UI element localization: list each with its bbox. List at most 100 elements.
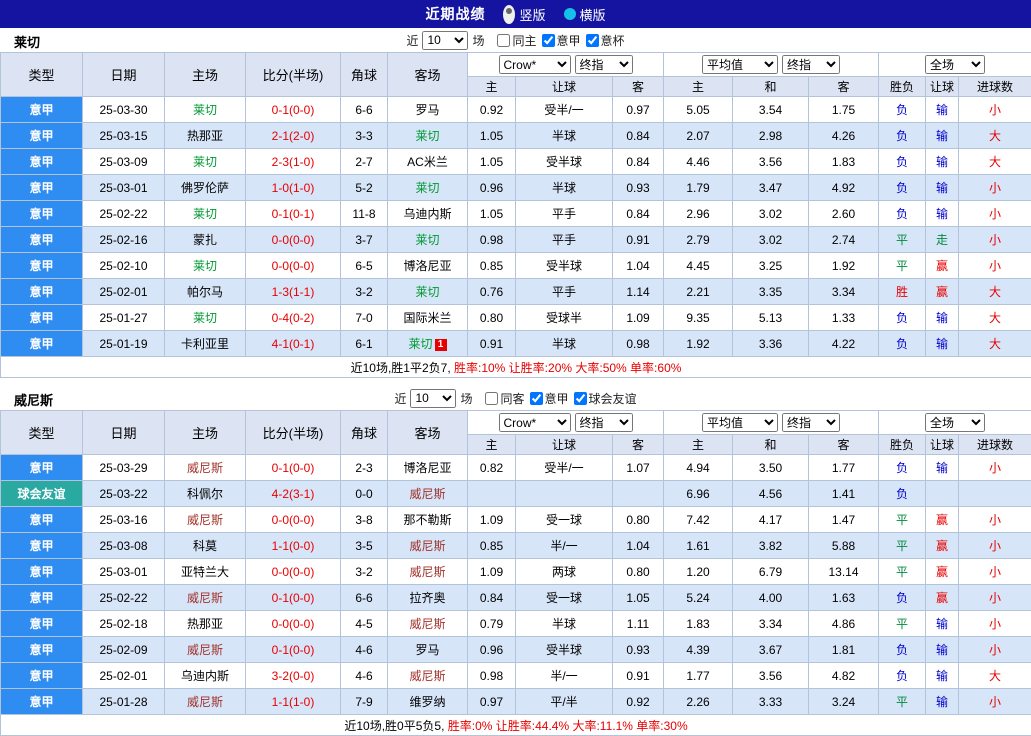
odds-away [613, 481, 664, 507]
home-team: 蒙扎 [165, 227, 246, 253]
corner-score: 3-8 [341, 507, 388, 533]
home-team[interactable]: 威尼斯 [165, 689, 246, 715]
home-team[interactable]: 莱切 [165, 201, 246, 227]
avg-away: 3.34 [809, 279, 879, 305]
filter-row: 莱切近10场同主意甲意杯 [0, 28, 1031, 52]
recent-count-select[interactable]: 10 [422, 31, 468, 50]
radio-horizontal-label: 横版 [580, 5, 606, 24]
home-team[interactable]: 威尼斯 [165, 507, 246, 533]
checkbox-input[interactable] [530, 392, 543, 405]
radio-horizontal[interactable]: 横版 [564, 5, 606, 24]
filter-controls: 近10场同客意甲球会友谊 [394, 389, 636, 408]
avg-draw: 3.34 [733, 611, 809, 637]
home-team[interactable]: 莱切 [165, 305, 246, 331]
checkbox-input[interactable] [542, 34, 555, 47]
avg-home: 2.07 [664, 123, 733, 149]
away-team[interactable]: 莱切 [388, 123, 468, 149]
away-team-name: 威尼斯 [409, 539, 445, 553]
filter-checkbox-2[interactable]: 意杯 [581, 32, 625, 49]
away-team[interactable]: 莱切 [388, 227, 468, 253]
scope-select[interactable]: 全场 [925, 55, 985, 74]
away-team[interactable]: 威尼斯 [388, 559, 468, 585]
away-team[interactable]: 威尼斯 [388, 663, 468, 689]
filter-checkbox-0[interactable]: 同主 [492, 32, 536, 49]
away-team[interactable]: 莱切 [388, 175, 468, 201]
corner-score: 3-2 [341, 559, 388, 585]
odds-away: 0.84 [613, 149, 664, 175]
avg-away: 1.75 [809, 97, 879, 123]
recent-count-select[interactable]: 10 [410, 389, 456, 408]
avg-stage-select[interactable]: 终指 [782, 413, 840, 432]
avg-away: 1.77 [809, 455, 879, 481]
checkbox-input[interactable] [485, 392, 498, 405]
sub-column-header: 和 [733, 77, 809, 97]
sub-column-header: 进球数 [959, 435, 1031, 455]
odds-provider-select[interactable]: Crow* [499, 55, 571, 74]
column-header: 角球 [341, 411, 388, 455]
match-row: 意甲25-03-29威尼斯0-1(0-0)2-3博洛尼亚0.82受半/一1.07… [1, 455, 1031, 481]
odds-away: 0.93 [613, 175, 664, 201]
checkbox-input[interactable] [586, 34, 599, 47]
odds-stage-select[interactable]: 终指 [575, 413, 633, 432]
summary-row: 近10场,胜0平5负5, 胜率:0% 让胜率:44.4% 大率:11.1% 单率… [1, 715, 1031, 736]
filter-checkbox-2[interactable]: 球会友谊 [569, 390, 637, 407]
filter-checkbox-1[interactable]: 意甲 [537, 32, 581, 49]
sections-container: 莱切近10场同主意甲意杯类型日期主场比分(半场)角球客场Crow*终指平均值终指… [0, 28, 1031, 736]
away-team[interactable]: 莱切1 [388, 331, 468, 357]
games-label: 场 [472, 32, 484, 49]
checkbox-input[interactable] [497, 34, 510, 47]
away-team-name: 莱切 [408, 337, 432, 351]
filter-checkbox-1[interactable]: 意甲 [525, 390, 569, 407]
corner-score: 6-1 [341, 331, 388, 357]
avg-away: 1.33 [809, 305, 879, 331]
away-team: 博洛尼亚 [388, 455, 468, 481]
goals-result: 大 [959, 279, 1031, 305]
result: 负 [879, 123, 926, 149]
match-row: 球会友谊25-03-22科佩尔4-2(3-1)0-0威尼斯6.964.561.4… [1, 481, 1031, 507]
odds-provider-select[interactable]: Crow* [499, 413, 571, 432]
away-team-name: 莱切 [415, 233, 439, 247]
result: 负 [879, 149, 926, 175]
away-team[interactable]: 威尼斯 [388, 611, 468, 637]
avg-home: 5.24 [664, 585, 733, 611]
match-type: 球会友谊 [1, 481, 83, 507]
radio-vertical[interactable]: 竖版 [503, 5, 545, 24]
avg-away: 3.24 [809, 689, 879, 715]
scope-select[interactable]: 全场 [925, 413, 985, 432]
avg-type-select[interactable]: 平均值 [702, 413, 778, 432]
avg-draw: 3.02 [733, 201, 809, 227]
home-team[interactable]: 莱切 [165, 253, 246, 279]
result: 负 [879, 201, 926, 227]
avg-type-select[interactable]: 平均值 [702, 55, 778, 74]
odds-stage-select[interactable]: 终指 [575, 55, 633, 74]
home-team[interactable]: 莱切 [165, 149, 246, 175]
avg-home: 2.26 [664, 689, 733, 715]
odds-home: 0.80 [468, 305, 516, 331]
away-team: 乌迪内斯 [388, 201, 468, 227]
home-team[interactable]: 威尼斯 [165, 637, 246, 663]
home-team[interactable]: 莱切 [165, 97, 246, 123]
away-team[interactable]: 威尼斯 [388, 533, 468, 559]
sub-column-header: 客 [809, 77, 879, 97]
result: 负 [879, 331, 926, 357]
away-team[interactable]: 威尼斯 [388, 481, 468, 507]
home-team[interactable]: 威尼斯 [165, 585, 246, 611]
home-team[interactable]: 威尼斯 [165, 455, 246, 481]
away-team[interactable]: 莱切 [388, 279, 468, 305]
home-team: 亚特兰大 [165, 559, 246, 585]
avg-stage-select[interactable]: 终指 [782, 55, 840, 74]
avg-away: 4.86 [809, 611, 879, 637]
filter-checkbox-0[interactable]: 同客 [480, 390, 524, 407]
odds-handicap [516, 481, 613, 507]
match-date: 25-02-01 [83, 279, 165, 305]
filter-row: 威尼斯近10场同客意甲球会友谊 [0, 386, 1031, 410]
avg-draw: 4.00 [733, 585, 809, 611]
avg-draw: 3.36 [733, 331, 809, 357]
match-type: 意甲 [1, 175, 83, 201]
avg-draw: 3.54 [733, 97, 809, 123]
result: 胜 [879, 279, 926, 305]
checkbox-input[interactable] [574, 392, 587, 405]
odds-handicap: 受半球 [516, 253, 613, 279]
sub-column-header: 主 [664, 77, 733, 97]
avg-draw: 3.02 [733, 227, 809, 253]
